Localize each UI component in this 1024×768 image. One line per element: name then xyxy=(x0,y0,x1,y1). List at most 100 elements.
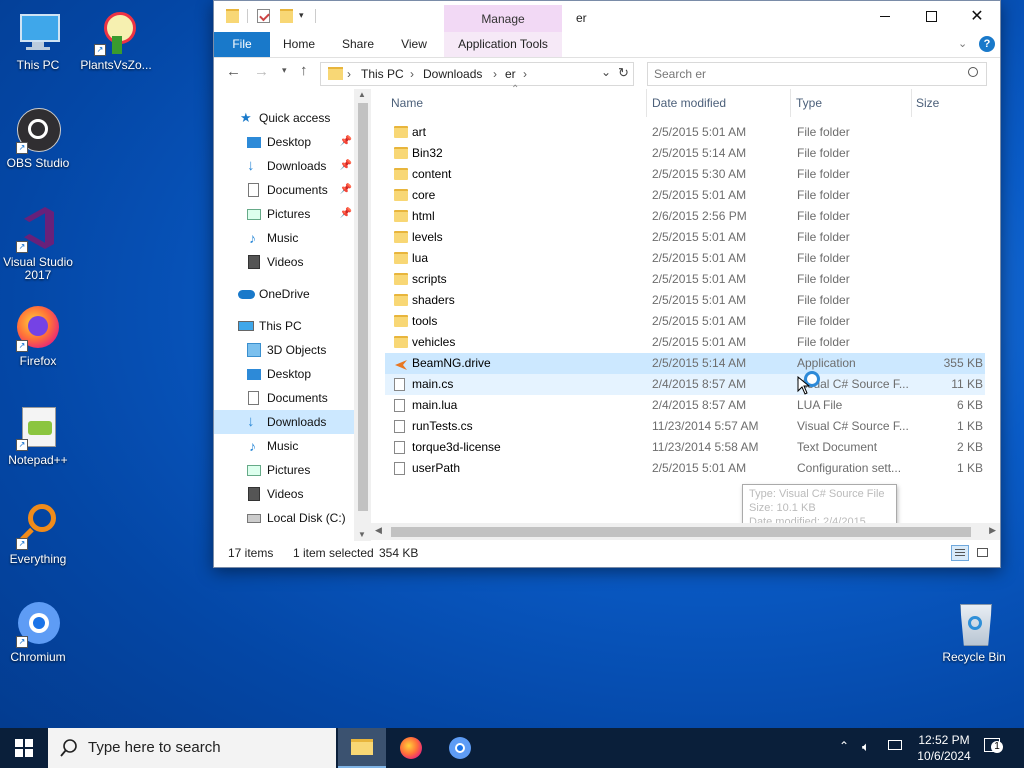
breadcrumb-er[interactable]: er xyxy=(505,67,516,81)
nav-quick-documents[interactable]: Documents 📌 xyxy=(214,178,354,202)
nav-scrollbar[interactable]: ▲ ▼ xyxy=(354,89,371,541)
horizontal-scrollbar-thumb[interactable] xyxy=(391,527,971,537)
column-header-size[interactable]: Size xyxy=(916,89,986,117)
desktop-icon-firefox[interactable]: ↗ Firefox xyxy=(0,304,76,368)
taskbar-file-explorer[interactable] xyxy=(338,728,386,768)
action-center-button[interactable]: 1 xyxy=(984,738,1003,753)
column-header-name[interactable]: Name xyxy=(391,89,647,117)
search-box[interactable]: Search er xyxy=(647,62,987,86)
nav-pc-pictures[interactable]: Pictures xyxy=(214,458,354,482)
nav-pc-documents[interactable]: Documents xyxy=(214,386,354,410)
breadcrumb-downloads[interactable]: Downloads xyxy=(423,67,482,81)
nav-scrollbar-thumb[interactable] xyxy=(358,103,368,511)
manage-contextual-tab[interactable]: Manage xyxy=(444,5,562,33)
scroll-right-icon[interactable]: ▶ xyxy=(989,525,996,536)
file-row[interactable]: lua 2/5/2015 5:01 AM File folder xyxy=(385,248,985,269)
tab-view[interactable]: View xyxy=(392,32,436,57)
nav-quick-videos[interactable]: Videos xyxy=(214,250,354,274)
horizontal-scrollbar[interactable]: ◀ ▶ xyxy=(371,523,1000,540)
tab-file[interactable]: File xyxy=(214,32,270,57)
maximize-button[interactable] xyxy=(908,1,954,32)
large-icons-view-button[interactable] xyxy=(975,545,991,561)
up-button[interactable]: ↑ xyxy=(300,62,308,79)
nav-pc-downloads[interactable]: ↓ Downloads xyxy=(214,410,354,434)
file-row[interactable]: main.lua 2/4/2015 8:57 AM LUA File 6 KB xyxy=(385,395,985,416)
volume-icon[interactable]: 🔈︎ xyxy=(862,739,870,755)
scroll-up-icon[interactable]: ▲ xyxy=(358,90,366,99)
nav-quick-pictures[interactable]: Pictures 📌 xyxy=(214,202,354,226)
desktop-icon-obs-studio[interactable]: ↗ OBS Studio xyxy=(0,106,76,170)
file-row[interactable]: html 2/6/2015 2:56 PM File folder xyxy=(385,206,985,227)
desktop-icon-recycle-bin[interactable]: Recycle Bin xyxy=(936,600,1012,664)
nav-pc-3d-objects[interactable]: 3D Objects xyxy=(214,338,354,362)
recent-locations-button[interactable]: ▾ xyxy=(282,65,287,76)
desktop-icon-visual-studio[interactable]: ↗ Visual Studio 2017 xyxy=(0,205,76,282)
nav-quick-downloads[interactable]: ↓ Downloads 📌 xyxy=(214,154,354,178)
address-dropdown-icon[interactable]: ⌄ xyxy=(601,65,611,79)
file-row[interactable]: BeamNG.drive 2/5/2015 5:14 AM Application 3… xyxy=(385,353,985,374)
scroll-left-icon[interactable]: ◀ xyxy=(375,525,382,536)
customize-toolbar-icon[interactable]: ▾ xyxy=(299,10,304,21)
breadcrumb-this-pc[interactable]: This PC xyxy=(361,67,404,81)
show-hidden-icons-button[interactable]: ⌃ xyxy=(839,739,849,753)
desktop-icon-this-pc[interactable]: This PC xyxy=(0,8,76,72)
file-row[interactable]: userPath 2/5/2015 5:01 AM Configuration se… xyxy=(385,458,985,479)
expand-ribbon-icon[interactable]: ⌄ xyxy=(958,37,967,50)
refresh-icon[interactable]: ↻ xyxy=(618,65,629,81)
close-button[interactable]: ✕ xyxy=(954,1,1000,32)
file-row[interactable]: vehicles 2/5/2015 5:01 AM File folder xyxy=(385,332,985,353)
taskbar-chromium[interactable] xyxy=(436,728,484,768)
quick-access-folder-icon[interactable] xyxy=(226,9,239,23)
search-input[interactable]: Search er xyxy=(654,67,706,81)
column-header-date-modified[interactable]: Date modified xyxy=(652,89,791,117)
clock[interactable]: 12:52 PM 10/6/2024 xyxy=(912,732,976,764)
music-icon: ♪ xyxy=(249,230,256,246)
tab-application-tools[interactable]: Application Tools xyxy=(444,32,562,57)
file-row[interactable]: scripts 2/5/2015 5:01 AM File folder xyxy=(385,269,985,290)
taskbar-firefox[interactable] xyxy=(387,728,435,768)
file-row[interactable]: runTests.cs 11/23/2014 5:57 AM Visual C# S… xyxy=(385,416,985,437)
forward-button[interactable]: → xyxy=(254,63,269,80)
file-row[interactable]: levels 2/5/2015 5:01 AM File folder xyxy=(385,227,985,248)
folder-icon xyxy=(394,210,408,222)
nav-quick-access[interactable]: ★ Quick access xyxy=(214,106,354,130)
address-bar[interactable]: › This PC › Downloads › er › ⌄ ↻ xyxy=(320,62,634,86)
desktop-icon-everything[interactable]: ↗ Everything xyxy=(0,502,76,566)
tab-share[interactable]: Share xyxy=(335,32,381,57)
desktop-icon-plantsvszombies[interactable]: ↗ PlantsVsZo... xyxy=(78,8,154,72)
back-button[interactable]: ← xyxy=(226,63,241,80)
search-icon[interactable] xyxy=(968,67,978,77)
nav-quick-desktop[interactable]: Desktop 📌 xyxy=(214,130,354,154)
nav-pc-music[interactable]: ♪ Music xyxy=(214,434,354,458)
scroll-down-icon[interactable]: ▼ xyxy=(358,530,366,539)
file-row[interactable]: tools 2/5/2015 5:01 AM File folder xyxy=(385,311,985,332)
minimize-button[interactable] xyxy=(862,1,908,32)
file-row[interactable]: content 2/5/2015 5:30 AM File folder xyxy=(385,164,985,185)
column-header-type[interactable]: Type xyxy=(796,89,912,117)
taskbar-search-box[interactable]: Type here to search xyxy=(48,728,336,768)
title-bar: ▾ Manage er ✕ xyxy=(214,1,1000,33)
nav-pc-desktop[interactable]: Desktop xyxy=(214,362,354,386)
desktop-icon-chromium[interactable]: ↗ Chromium xyxy=(0,600,76,664)
desktop-icon-label: PlantsVsZo... xyxy=(80,58,152,72)
file-row[interactable]: torque3d-license 11/23/2014 5:58 AM Text D… xyxy=(385,437,985,458)
file-row[interactable]: shaders 2/5/2015 5:01 AM File folder xyxy=(385,290,985,311)
file-row[interactable]: Bin32 2/5/2015 5:14 AM File folder xyxy=(385,143,985,164)
nav-pc-local-disk[interactable]: Local Disk (C:) xyxy=(214,506,354,530)
properties-icon[interactable] xyxy=(257,9,270,23)
network-icon[interactable] xyxy=(888,740,902,750)
file-row[interactable]: main.cs 2/4/2015 8:57 AM Visual C# Source … xyxy=(385,374,985,395)
details-view-button[interactable] xyxy=(951,545,969,561)
nav-pc-videos[interactable]: Videos xyxy=(214,482,354,506)
new-folder-icon[interactable] xyxy=(280,9,293,23)
tab-home[interactable]: Home xyxy=(276,32,322,57)
start-button[interactable] xyxy=(0,728,48,768)
nav-onedrive[interactable]: OneDrive xyxy=(214,282,354,306)
help-icon[interactable]: ? xyxy=(979,36,995,52)
nav-label: Pictures xyxy=(267,207,311,221)
nav-this-pc[interactable]: This PC xyxy=(214,314,354,338)
desktop-icon-notepad-plus-plus[interactable]: ↗ Notepad++ xyxy=(0,403,76,467)
nav-quick-music[interactable]: ♪ Music xyxy=(214,226,354,250)
file-row[interactable]: core 2/5/2015 5:01 AM File folder xyxy=(385,185,985,206)
file-row[interactable]: art 2/5/2015 5:01 AM File folder xyxy=(385,122,985,143)
